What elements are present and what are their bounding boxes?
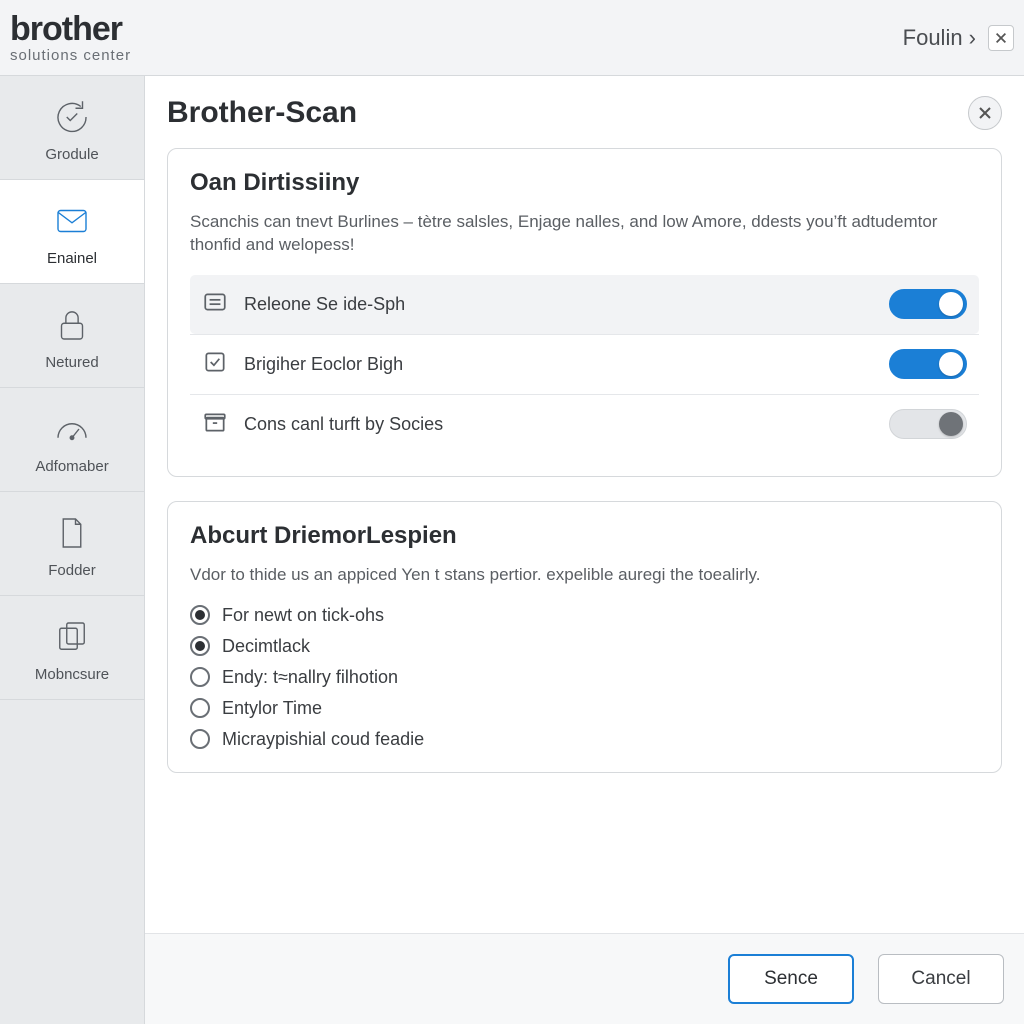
panel-close-button[interactable] [968, 96, 1002, 130]
card-description: Vdor to thide us an appiced Yen t stans … [190, 564, 979, 587]
cancel-button[interactable]: Cancel [878, 954, 1004, 1004]
settings-card-scan: Oan Dirtissiiny Scanchis can tnevt Burli… [167, 148, 1002, 477]
brand-subtitle: solutions center [10, 48, 131, 63]
toggle-brigiher[interactable] [889, 349, 967, 379]
page-title: Brother-Scan [167, 96, 357, 130]
toggle-label: Cons canl turft by Socies [244, 414, 873, 435]
toggle-row-cons: Cons canl turft by Socies [190, 394, 979, 454]
mail-icon [51, 200, 93, 242]
save-button[interactable]: Sence [728, 954, 854, 1004]
radio-label: For newt on tick-ohs [222, 605, 384, 626]
toggle-label: Brigiher Eoclor Bigh [244, 354, 873, 375]
sidebar-item-label: Netured [45, 354, 98, 371]
radio-icon [190, 636, 210, 656]
archive-icon [202, 409, 228, 440]
radio-group: For newt on tick-ohs Decimtlack Endy: t≈… [190, 605, 979, 750]
sidebar-item-mobncsure[interactable]: Mobncsure [0, 596, 144, 700]
toggle-row-brigiher: Brigiher Eoclor Bigh [190, 334, 979, 394]
gauge-icon [51, 408, 93, 450]
close-icon [994, 31, 1008, 45]
lock-icon [51, 304, 93, 346]
toggle-row-releone: Releone Se ide-Sph [190, 275, 979, 334]
card-description: Scanchis can tnevt Burlines – tètre sals… [190, 211, 979, 257]
radio-option-2[interactable]: Decimtlack [190, 636, 979, 657]
toggle-cons[interactable] [889, 409, 967, 439]
copy-icon [51, 616, 93, 658]
sidebar-item-enainel[interactable]: Enainel [0, 180, 144, 284]
card-title: Abcurt DriemorLespien [190, 522, 979, 550]
sidebar-item-fodder[interactable]: Fodder [0, 492, 144, 596]
sidebar-item-label: Enainel [47, 250, 97, 267]
dialog-footer: Sence Cancel [145, 933, 1024, 1024]
radio-option-1[interactable]: For newt on tick-ohs [190, 605, 979, 626]
sidebar-item-netured[interactable]: Netured [0, 284, 144, 388]
checkbox-icon [202, 349, 228, 380]
sidebar-item-label: Adfomaber [35, 458, 108, 475]
radio-icon [190, 698, 210, 718]
radio-icon [190, 667, 210, 687]
radio-icon [190, 729, 210, 749]
toggle-releone[interactable] [889, 289, 967, 319]
brand-name: brother [10, 12, 131, 46]
radio-label: Endy: t≈nallry filhotion [222, 667, 398, 688]
sidebar: Grodule Enainel Netured Adfomaber Fodder… [0, 76, 145, 1024]
sidebar-item-label: Fodder [48, 562, 96, 579]
sidebar-item-label: Grodule [45, 146, 98, 163]
sidebar-item-adfomaber[interactable]: Adfomaber [0, 388, 144, 492]
radio-label: Decimtlack [222, 636, 310, 657]
radio-option-3[interactable]: Endy: t≈nallry filhotion [190, 667, 979, 688]
header-right-label[interactable]: Foulin › [903, 25, 976, 51]
settings-card-options: Abcurt DriemorLespien Vdor to thide us a… [167, 501, 1002, 773]
brand-block: brother solutions center [10, 12, 131, 63]
sidebar-item-label: Mobncsure [35, 666, 109, 683]
refresh-check-icon [51, 96, 93, 138]
radio-label: Entylor Time [222, 698, 322, 719]
window-close-button[interactable] [988, 25, 1014, 51]
close-icon [977, 105, 993, 121]
sidebar-item-grodule[interactable]: Grodule [0, 76, 144, 180]
toggle-label: Releone Se ide-Sph [244, 294, 873, 315]
radio-option-5[interactable]: Micraypishial coud feadie [190, 729, 979, 750]
document-icon [51, 512, 93, 554]
radio-option-4[interactable]: Entylor Time [190, 698, 979, 719]
app-header: brother solutions center Foulin › [0, 0, 1024, 76]
list-icon [202, 289, 228, 320]
radio-icon [190, 605, 210, 625]
main-panel: Brother-Scan Oan Dirtissiiny Scanchis ca… [145, 76, 1024, 1024]
card-title: Oan Dirtissiiny [190, 169, 979, 197]
radio-label: Micraypishial coud feadie [222, 729, 424, 750]
